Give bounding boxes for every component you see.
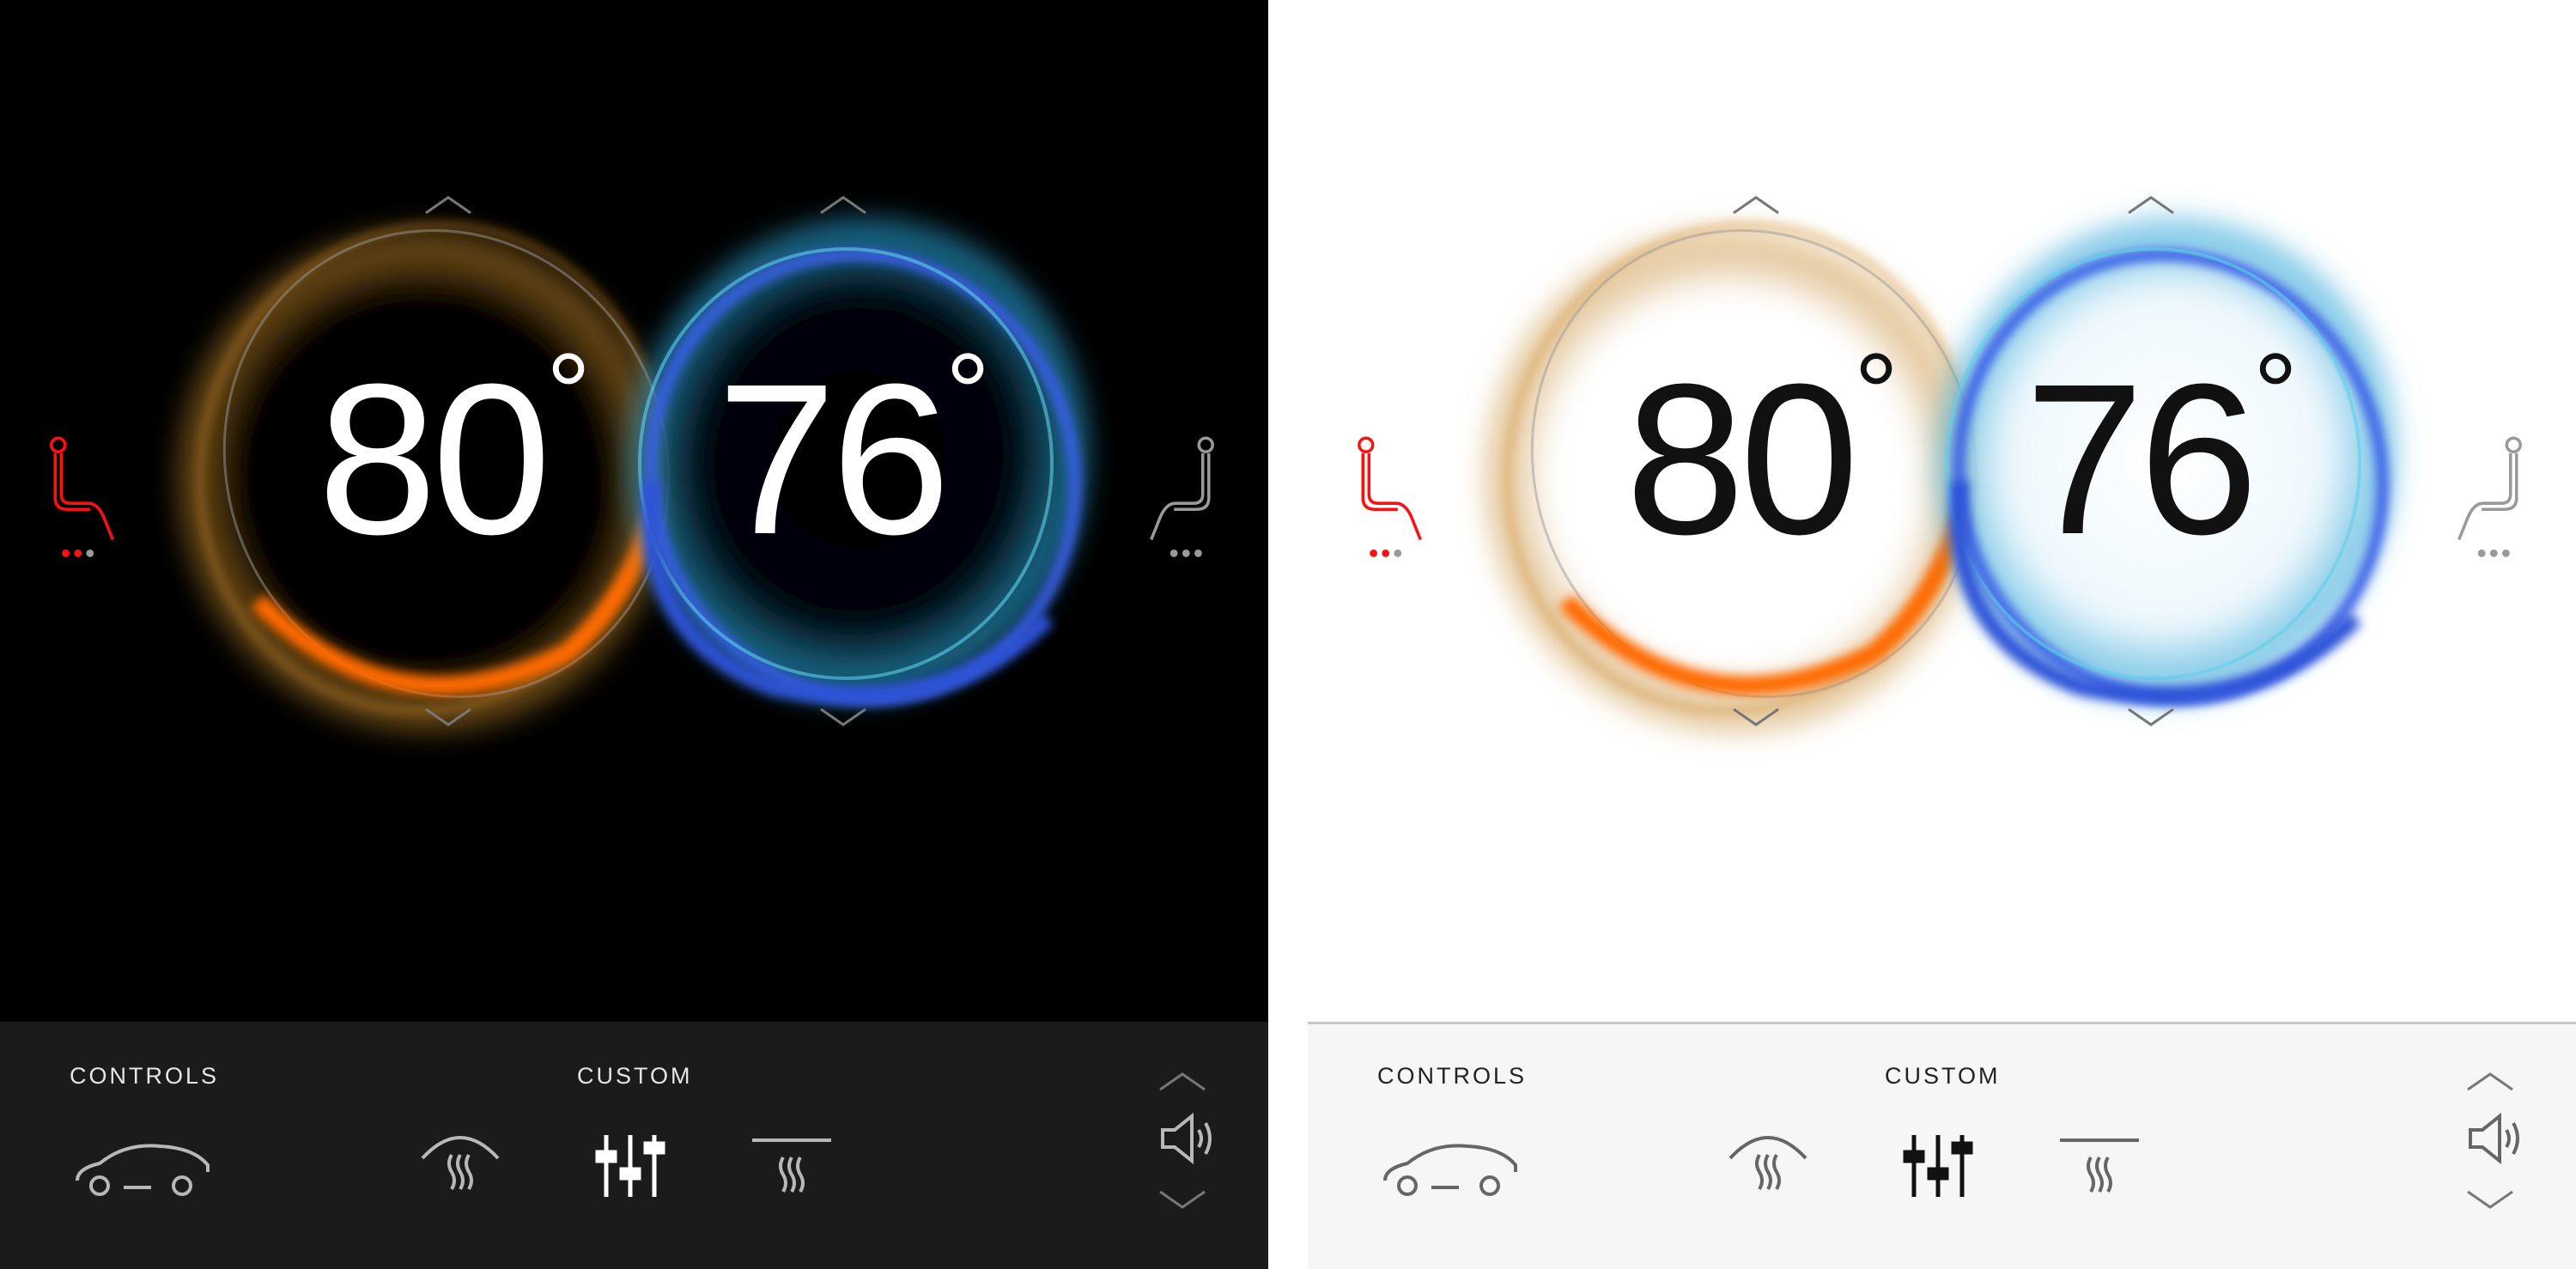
volume-down-button[interactable] — [2464, 1187, 2516, 1212]
front-defrost-icon — [1728, 1136, 1807, 1191]
degree-symbol: ° — [945, 330, 990, 455]
controls-label: CONTROLS — [70, 1063, 220, 1089]
car-icon — [1383, 1144, 1517, 1196]
passenger-temp-up-button[interactable] — [2125, 192, 2177, 218]
seat-heater-icon — [2458, 436, 2522, 541]
controls-label: CONTROLS — [1377, 1063, 1528, 1089]
rear-defrost-button[interactable] — [749, 1135, 835, 1200]
driver-seat-heater-button[interactable] — [1347, 434, 1433, 562]
degree-symbol: ° — [2253, 330, 2298, 455]
passenger-temp-value: 76 — [2025, 339, 2258, 579]
passenger-temp-up-button[interactable] — [817, 192, 869, 218]
driver-temp[interactable]: 80 ° — [1625, 337, 1899, 567]
driver-temp[interactable]: 80 ° — [318, 337, 591, 567]
passenger-temp[interactable]: 76 ° — [2025, 337, 2298, 567]
front-defrost-icon — [421, 1136, 500, 1191]
driver-temp-up-button[interactable] — [422, 192, 474, 218]
passenger-seat-heater-button[interactable] — [2446, 434, 2532, 562]
custom-label: CUSTOM — [1885, 1063, 2001, 1089]
driver-temp-down-button[interactable] — [1730, 704, 1782, 730]
climate-panel-light: 80 ° 76 ° CONTROLS CUSTOM — [1308, 0, 2576, 1269]
rear-defrost-button[interactable] — [2057, 1135, 2142, 1200]
seat-heat-level-dots — [2477, 549, 2510, 557]
degree-symbol: ° — [546, 330, 591, 455]
degree-symbol: ° — [1854, 330, 1899, 455]
car-controls-button[interactable] — [1382, 1138, 1519, 1198]
speaker-icon — [2469, 1113, 2519, 1164]
seat-heat-level-dots — [62, 549, 94, 557]
driver-seat-heater-button[interactable] — [39, 434, 125, 562]
passenger-temp[interactable]: 76 ° — [717, 337, 990, 567]
passenger-temp-value: 76 — [717, 339, 951, 579]
custom-label: CUSTOM — [577, 1063, 693, 1089]
driver-temp-value: 80 — [1625, 339, 1859, 579]
seat-heater-icon — [1358, 436, 1422, 541]
driver-temp-up-button[interactable] — [1730, 192, 1782, 218]
volume-button[interactable] — [2467, 1113, 2527, 1164]
driver-temp-value: 80 — [318, 339, 551, 579]
front-defrost-button[interactable] — [417, 1129, 503, 1198]
volume-up-button[interactable] — [1157, 1069, 1208, 1095]
volume-up-button[interactable] — [2464, 1069, 2516, 1095]
car-icon — [76, 1144, 210, 1196]
volume-button[interactable] — [1159, 1113, 1219, 1164]
rear-defrost-icon — [2060, 1138, 2139, 1193]
volume-down-button[interactable] — [1157, 1187, 1208, 1212]
seat-heater-icon — [1150, 436, 1214, 541]
custom-settings-button[interactable] — [594, 1132, 668, 1199]
sliders-icon — [595, 1135, 665, 1197]
car-controls-button[interactable] — [74, 1138, 211, 1198]
temperature-orbs — [179, 219, 1088, 732]
driver-temp-down-button[interactable] — [422, 704, 474, 730]
front-defrost-button[interactable] — [1725, 1129, 1811, 1198]
sliders-icon — [1903, 1135, 1973, 1197]
seat-heat-level-dots — [1170, 549, 1202, 557]
rear-defrost-icon — [752, 1138, 831, 1193]
speaker-icon — [1161, 1113, 1212, 1164]
passenger-temp-down-button[interactable] — [817, 704, 869, 730]
seat-heat-level-dots — [1370, 549, 1402, 557]
passenger-temp-down-button[interactable] — [2125, 704, 2177, 730]
climate-display: 80 ° 76 ° — [0, 0, 1268, 1022]
seat-heater-icon — [50, 436, 114, 541]
climate-panel-dark: 80 ° 76 ° CONTROLS CUSTOM — [0, 0, 1268, 1269]
passenger-seat-heater-button[interactable] — [1139, 434, 1224, 562]
custom-settings-button[interactable] — [1902, 1132, 1976, 1199]
temperature-orbs — [1486, 219, 2396, 732]
climate-display: 80 ° 76 ° — [1308, 0, 2576, 1022]
